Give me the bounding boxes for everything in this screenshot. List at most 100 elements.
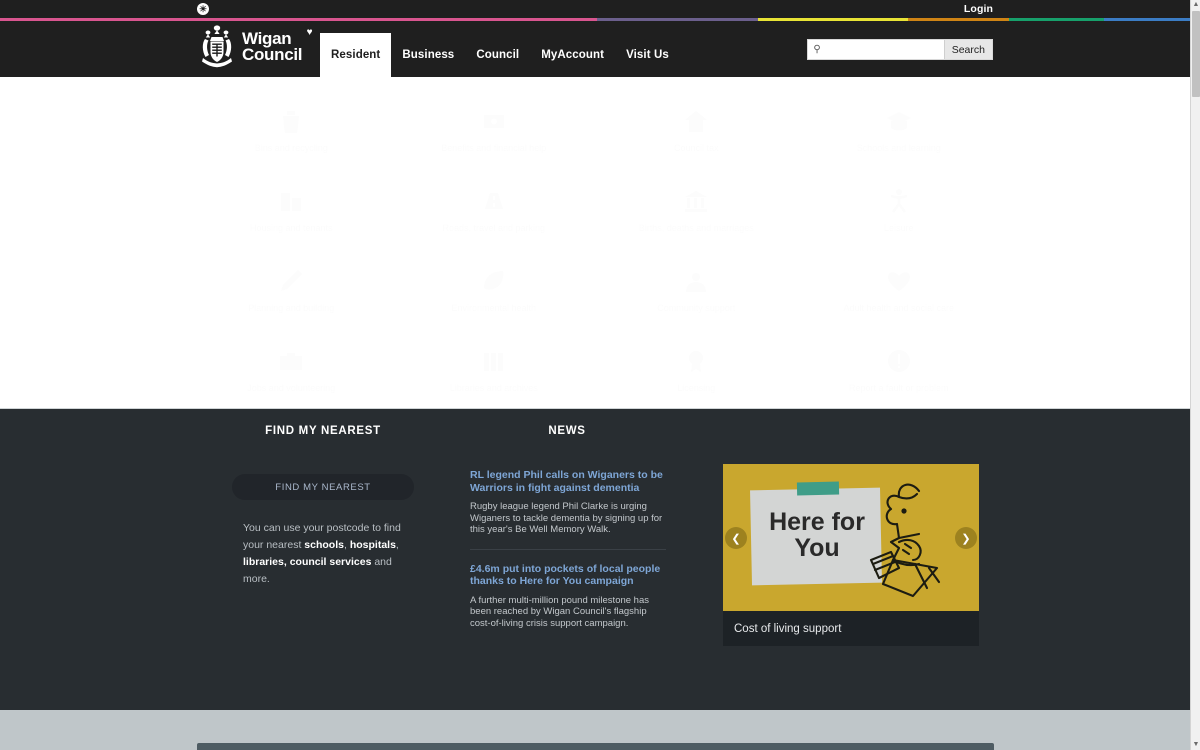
service-tile-schools-and-learning[interactable]: Schools and learning [798,91,1001,171]
service-tile-housing-and-tenants[interactable]: Housing and tenants [190,171,393,251]
service-tile-report-a-fault-or-problem[interactable]: Report a fault or problem [798,331,1001,411]
fmn-highlight: schools [304,539,344,551]
service-tile-community-support[interactable]: Community support [595,251,798,331]
books-icon [483,353,503,371]
hands-help-icon [686,273,707,292]
nav-item-business[interactable]: Business [391,33,465,77]
nav-item-resident[interactable]: Resident [320,33,392,77]
site-logo[interactable]: Wigan Council ♥ [199,24,313,70]
promo-carousel: Here for You ❮ ❯ Cost of living support [723,464,979,646]
service-tile-label: Housing and tenants [249,223,333,233]
svg-text:Here for: Here for [769,508,865,536]
service-tile-label: Council tax [673,143,719,153]
footer-panel-top [197,743,994,750]
caret-down-icon[interactable]: ▼ [1191,740,1200,750]
service-tile-label: Benefits and financial help [441,143,547,153]
fmn-text-part: , [395,539,399,551]
certificate-icon [689,351,704,372]
page-scrollbar[interactable]: ▲ ▼ [1190,0,1200,750]
news-heading: NEWS [548,425,586,437]
person-active-icon [890,189,908,213]
caret-up-icon[interactable]: ▲ [1191,0,1200,10]
nav-item-myaccount[interactable]: MyAccount [530,33,615,77]
nav-item-visit-us[interactable]: Visit Us [615,33,680,77]
service-tile-libraries-and-archives[interactable]: Libraries and archives [393,331,596,411]
service-tile-label: Licensing [677,383,716,393]
magnifier-icon: ⚲ [813,44,821,55]
registry-building-icon [685,191,708,212]
service-tile-label: Report a fault or problem [848,383,949,393]
masthead: Wigan Council ♥ Resident Business Council M… [0,21,1190,77]
heart-icon: ♥ [306,27,313,38]
heart-care-icon [887,272,910,291]
service-tile-benefits-and-financial-help[interactable]: Benefits and financial help [393,91,596,171]
site-search: ⚲ Search [807,39,993,60]
housing-blocks-icon [281,193,302,211]
logo-wordmark: Wigan Council ♥ [242,27,313,64]
service-tile-adult-health-and-social-care[interactable]: Adult health and social care [798,251,1001,331]
carousel-slide: Here for You ❮ ❯ [723,464,979,611]
service-tile-label: Births, deaths and marriages [638,223,754,233]
house-tax-icon [685,111,708,132]
service-tile-label: Schools and learning [856,143,941,153]
logo-line-2: Council [242,45,303,64]
service-tile-jobs-and-volunteering[interactable]: Jobs and volunteering [190,331,393,411]
news-list: RL legend Phil calls on Wiganers to be W… [470,469,666,642]
scrollbar-thumb[interactable] [1192,11,1200,97]
service-tile-label: Planning and building [248,303,335,313]
service-tile-label: Environmental health [451,303,537,313]
page-root: ☀ Login Wigan Council ♥ Resident Busines… [0,0,1200,750]
money-notes-icon [483,115,504,128]
primary-navigation: Resident Business Council MyAccount Visit Us [320,33,680,77]
service-tile-label: Roads, travel and parking [442,223,546,233]
fmn-highlight: libraries, council services [243,556,372,568]
news-item: £4.6m put into pockets of local people t… [470,548,666,643]
search-input[interactable] [826,40,944,59]
road-bridge-icon [484,193,503,209]
service-tile-council-tax[interactable]: Council tax [595,91,798,171]
carousel-caption: Cost of living support [723,611,979,646]
service-tile-bins-and-recycling[interactable]: Bins and recycling [190,91,393,171]
carousel-next-button[interactable]: ❯ [955,527,977,549]
news-item-title[interactable]: £4.6m put into pockets of local people t… [470,563,666,588]
svg-text:You: You [794,534,839,562]
service-tile-licensing[interactable]: Licensing [595,331,798,411]
service-tile-leisure[interactable]: Leisure [798,171,1001,251]
wigan-coat-of-arms-crest [202,25,232,68]
news-item-title[interactable]: RL legend Phil calls on Wiganers to be W… [470,469,666,494]
pencil-ruler-icon [281,270,303,291]
news-item-summary: A further multi-million pound milestone … [470,594,650,629]
alert-icon [887,350,910,372]
service-tile-label: Jobs and volunteering [247,383,336,393]
nav-item-council[interactable]: Council [465,33,530,77]
find-my-nearest-description: You can use your postcode to find your n… [243,520,411,588]
news-item-summary: Rugby league legend Phil Clarke is urgin… [470,501,663,535]
service-tile-label: Bins and recycling [254,143,328,153]
find-my-nearest-button[interactable]: FIND MY NEAREST [232,474,414,500]
accessibility-globe-icon[interactable]: ☀ [197,3,209,15]
bin-icon [283,111,300,133]
service-tile-label: Community support [657,303,736,313]
here-for-you-illustration: Here for You [723,464,979,611]
service-tile-planning-and-building[interactable]: Planning and building [190,251,393,331]
service-tile-roads-travel-and-parking[interactable]: Roads, travel and parking [393,171,596,251]
briefcase-icon [280,353,303,370]
utility-bar: ☀ Login [0,0,1190,18]
service-tile-births-deaths-and-marriages[interactable]: Births, deaths and marriages [595,171,798,251]
leaf-icon [483,271,503,290]
news-item: RL legend Phil calls on Wiganers to be W… [470,469,666,549]
service-tile-label: Leisure [883,223,914,233]
service-tile-label: Adult health and social care [843,303,955,313]
service-tile-label: Libraries and archives [449,383,538,393]
graduation-icon [886,112,911,131]
login-link[interactable]: Login [964,3,993,15]
services-section: Bins and recycling Benefits and financial… [0,77,1190,408]
fmn-highlight: hospitals [349,539,396,551]
carousel-prev-button[interactable]: ❮ [725,527,747,549]
services-grid: Bins and recycling Benefits and financial… [190,91,1000,411]
below-fold-area [0,710,1190,750]
find-my-nearest-heading: FIND MY NEAREST [265,425,381,437]
search-button[interactable]: Search [943,40,992,59]
features-panel: FIND MY NEAREST NEWS FIND MY NEAREST You… [0,408,1190,710]
service-tile-environmental-health[interactable]: Environmental health [393,251,596,331]
